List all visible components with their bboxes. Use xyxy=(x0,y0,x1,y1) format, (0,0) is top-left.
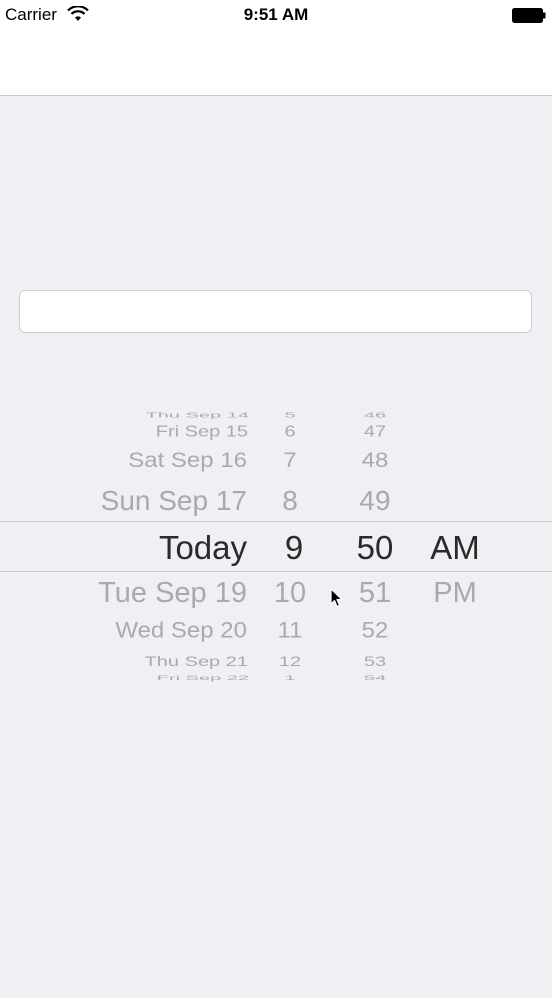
picker-hour-cell[interactable]: 6 xyxy=(250,424,330,440)
picker-minute-cell[interactable]: 51 xyxy=(335,579,415,608)
status-time: 9:51 AM xyxy=(243,5,309,24)
picker-date-cell[interactable]: Fri Sep 15 xyxy=(156,424,248,440)
picker-hour-cell[interactable]: 8 xyxy=(250,487,330,515)
picker-minute-cell[interactable]: 48 xyxy=(335,450,415,472)
picker-hour-cell[interactable]: 10 xyxy=(250,579,330,608)
picker-minute-cell[interactable]: 47 xyxy=(335,424,415,440)
picker-ampm-cell[interactable]: PM xyxy=(415,579,495,608)
picker-minute-cell[interactable]: 52 xyxy=(335,620,415,642)
date-text-field[interactable] xyxy=(19,290,532,333)
picker-date-cell[interactable]: Thu Sep 14 xyxy=(146,412,249,419)
mouse-pointer-icon xyxy=(330,588,343,608)
date-time-picker[interactable]: Thu Sep 14 5 46 Fri Sep 15 6 47 Sat Sep … xyxy=(0,412,552,682)
picker-minute-cell[interactable]: 53 xyxy=(335,655,415,669)
top-bar: Carrier 9:51 AM xyxy=(0,0,552,96)
picker-hour-cell[interactable]: 1 xyxy=(250,675,330,681)
picker-hour-cell[interactable]: 11 xyxy=(250,620,330,642)
picker-date-cell-selected[interactable]: Today xyxy=(159,531,247,564)
picker-hour-cell-selected[interactable]: 9 xyxy=(254,531,334,564)
status-bar: Carrier 9:51 AM xyxy=(0,0,552,32)
picker-hour-cell[interactable]: 5 xyxy=(250,412,330,419)
picker-minute-cell[interactable]: 46 xyxy=(335,412,415,419)
picker-date-cell[interactable]: Thu Sep 21 xyxy=(145,655,248,669)
navigation-bar xyxy=(0,32,552,95)
picker-date-cell[interactable]: Tue Sep 19 xyxy=(98,579,247,608)
picker-hour-cell[interactable]: 7 xyxy=(250,450,330,472)
picker-minute-cell[interactable]: 49 xyxy=(335,487,415,515)
picker-ampm-cell-selected[interactable]: AM xyxy=(415,531,495,564)
battery-icon xyxy=(512,8,546,23)
picker-hour-cell[interactable]: 12 xyxy=(250,655,330,669)
picker-date-cell[interactable]: Sun Sep 17 xyxy=(101,487,247,515)
picker-minute-cell[interactable]: 54 xyxy=(335,675,415,681)
picker-date-cell[interactable]: Fri Sep 22 xyxy=(157,675,249,681)
picker-date-cell[interactable]: Wed Sep 20 xyxy=(115,620,247,642)
picker-date-cell[interactable]: Sat Sep 16 xyxy=(128,450,247,472)
picker-minute-cell-selected[interactable]: 50 xyxy=(335,531,415,564)
